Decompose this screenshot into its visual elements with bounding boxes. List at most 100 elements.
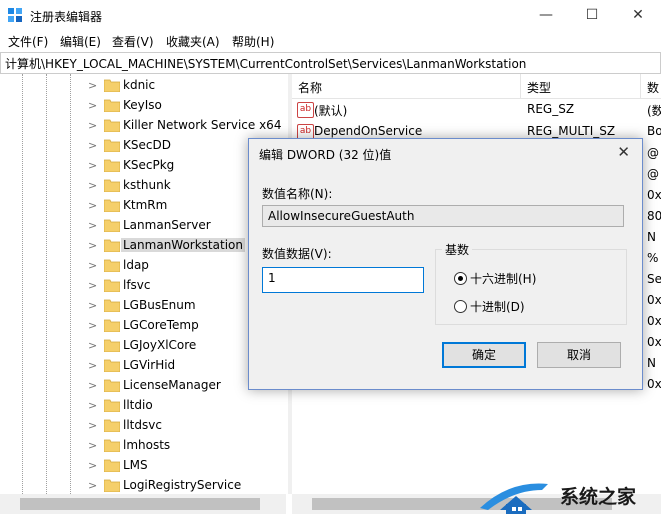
chevron-right-icon[interactable]: >: [88, 79, 98, 92]
cancel-button[interactable]: 取消: [537, 342, 621, 368]
value-data-field[interactable]: 1: [262, 267, 424, 293]
hex-radio-label[interactable]: 十六进制(H): [470, 270, 536, 287]
tree-item[interactable]: > LogiRegistryService: [88, 476, 286, 494]
scrollbar-thumb[interactable]: [20, 498, 260, 510]
tree-item[interactable]: > lmhosts: [88, 436, 286, 456]
tree-item-label: KSecDD: [123, 138, 171, 152]
tree-item[interactable]: > lltdsvc: [88, 416, 286, 436]
chevron-right-icon[interactable]: >: [88, 459, 98, 472]
folder-icon: [104, 459, 120, 472]
value-data-clipped: Se: [647, 272, 661, 286]
value-data: Bo: [647, 124, 661, 138]
chevron-right-icon[interactable]: >: [88, 159, 98, 172]
watermark-logo: 系统之家: [470, 470, 661, 520]
value-name-field: AllowInsecureGuestAuth: [262, 205, 624, 227]
value-data-clipped: 0x: [647, 188, 661, 202]
folder-icon: [104, 439, 120, 452]
close-button[interactable]: ✕: [615, 0, 661, 30]
menu-favorites[interactable]: 收藏夹(A): [166, 33, 220, 50]
minimize-button[interactable]: —: [523, 0, 569, 30]
chevron-right-icon[interactable]: >: [88, 99, 98, 112]
column-separator[interactable]: [640, 74, 641, 98]
column-type-header[interactable]: 类型: [527, 79, 551, 96]
maximize-button[interactable]: ☐: [569, 0, 615, 30]
value-data-clipped: @: [647, 167, 659, 181]
chevron-right-icon[interactable]: >: [88, 299, 98, 312]
folder-icon: [104, 179, 120, 192]
tree-item[interactable]: > LMS: [88, 456, 286, 476]
ok-button[interactable]: 确定: [442, 342, 526, 368]
tree-guide-line: [70, 74, 71, 494]
folder-icon: [104, 299, 120, 312]
tree-item-label: lltdio: [123, 398, 153, 412]
chevron-right-icon[interactable]: >: [88, 239, 98, 252]
value-data-clipped: 0x: [647, 377, 661, 391]
menu-view[interactable]: 查看(V): [112, 33, 154, 50]
column-data-header[interactable]: 数: [647, 79, 659, 96]
folder-icon: [104, 199, 120, 212]
menu-help[interactable]: 帮助(H): [232, 33, 274, 50]
column-name-header[interactable]: 名称: [298, 79, 322, 96]
folder-icon: [104, 159, 120, 172]
chevron-right-icon[interactable]: >: [88, 379, 98, 392]
tree-horizontal-scrollbar[interactable]: [0, 494, 286, 514]
menu-edit[interactable]: 编辑(E): [60, 33, 101, 50]
tree-pane[interactable]: > kdnic > KeyIso > Killer Network Service x64…: [0, 74, 286, 494]
chevron-right-icon[interactable]: >: [88, 139, 98, 152]
tree-item[interactable]: > Killer Network Service x64: [88, 116, 286, 136]
folder-icon: [104, 379, 120, 392]
folder-icon: [104, 259, 120, 272]
chevron-right-icon[interactable]: >: [88, 199, 98, 212]
value-data-clipped: 0x: [647, 335, 661, 349]
chevron-right-icon[interactable]: >: [88, 279, 98, 292]
tree-item[interactable]: > kdnic: [88, 76, 286, 96]
list-row[interactable]: ab (默认) REG_SZ (数: [292, 99, 661, 121]
folder-icon: [104, 479, 120, 492]
tree-item-label: LMS: [123, 458, 148, 472]
menu-file[interactable]: 文件(F): [8, 33, 48, 50]
dialog-title: 编辑 DWORD (32 位)值: [259, 148, 392, 162]
chevron-right-icon[interactable]: >: [88, 479, 98, 492]
tree-item-label: kdnic: [123, 78, 156, 92]
folder-icon: [104, 319, 120, 332]
tree-item-label: LanmanWorkstation: [121, 238, 245, 252]
folder-icon: [104, 219, 120, 232]
chevron-right-icon[interactable]: >: [88, 439, 98, 452]
base-label: 基数: [442, 241, 473, 258]
tree-item-label: LanmanServer: [123, 218, 211, 232]
watermark-house-icon: [480, 483, 548, 514]
value-data-clipped: 0x: [647, 293, 661, 307]
chevron-right-icon[interactable]: >: [88, 259, 98, 272]
value-data-clipped: N: [647, 356, 656, 370]
chevron-right-icon[interactable]: >: [88, 359, 98, 372]
tree-item-label: LGCoreTemp: [123, 318, 199, 332]
tree-item-label: Killer Network Service x64: [123, 118, 282, 132]
chevron-right-icon[interactable]: >: [88, 179, 98, 192]
folder-icon: [104, 339, 120, 352]
hex-radio[interactable]: [454, 272, 467, 285]
value-data-clipped: 80: [647, 209, 661, 223]
value-data-clipped: N: [647, 230, 656, 244]
tree-item-label: LogiRegistryService: [123, 478, 242, 492]
dialog-close-button[interactable]: ✕: [617, 143, 630, 161]
tree-guide-line: [22, 74, 23, 494]
edit-dword-dialog: 编辑 DWORD (32 位)值 ✕ 数值名称(N): AllowInsecur…: [248, 138, 643, 390]
address-path[interactable]: 计算机\HKEY_LOCAL_MACHINE\SYSTEM\CurrentCon…: [5, 55, 526, 72]
address-bar[interactable]: 计算机\HKEY_LOCAL_MACHINE\SYSTEM\CurrentCon…: [0, 52, 661, 74]
chevron-right-icon[interactable]: >: [88, 119, 98, 132]
tree-item[interactable]: > KeyIso: [88, 96, 286, 116]
chevron-right-icon[interactable]: >: [88, 399, 98, 412]
value-name: (默认): [314, 104, 348, 118]
tree-item[interactable]: > lltdio: [88, 396, 286, 416]
chevron-right-icon[interactable]: >: [88, 339, 98, 352]
column-separator[interactable]: [520, 74, 521, 98]
chevron-right-icon[interactable]: >: [88, 319, 98, 332]
folder-icon: [104, 79, 120, 92]
tree-item-label: ldap: [123, 258, 149, 272]
value-data-clipped: %: [647, 251, 659, 265]
chevron-right-icon[interactable]: >: [88, 219, 98, 232]
decimal-radio-label[interactable]: 十进制(D): [470, 298, 525, 315]
tree-item-label: lmhosts: [123, 438, 171, 452]
decimal-radio[interactable]: [454, 300, 467, 313]
chevron-right-icon[interactable]: >: [88, 419, 98, 432]
